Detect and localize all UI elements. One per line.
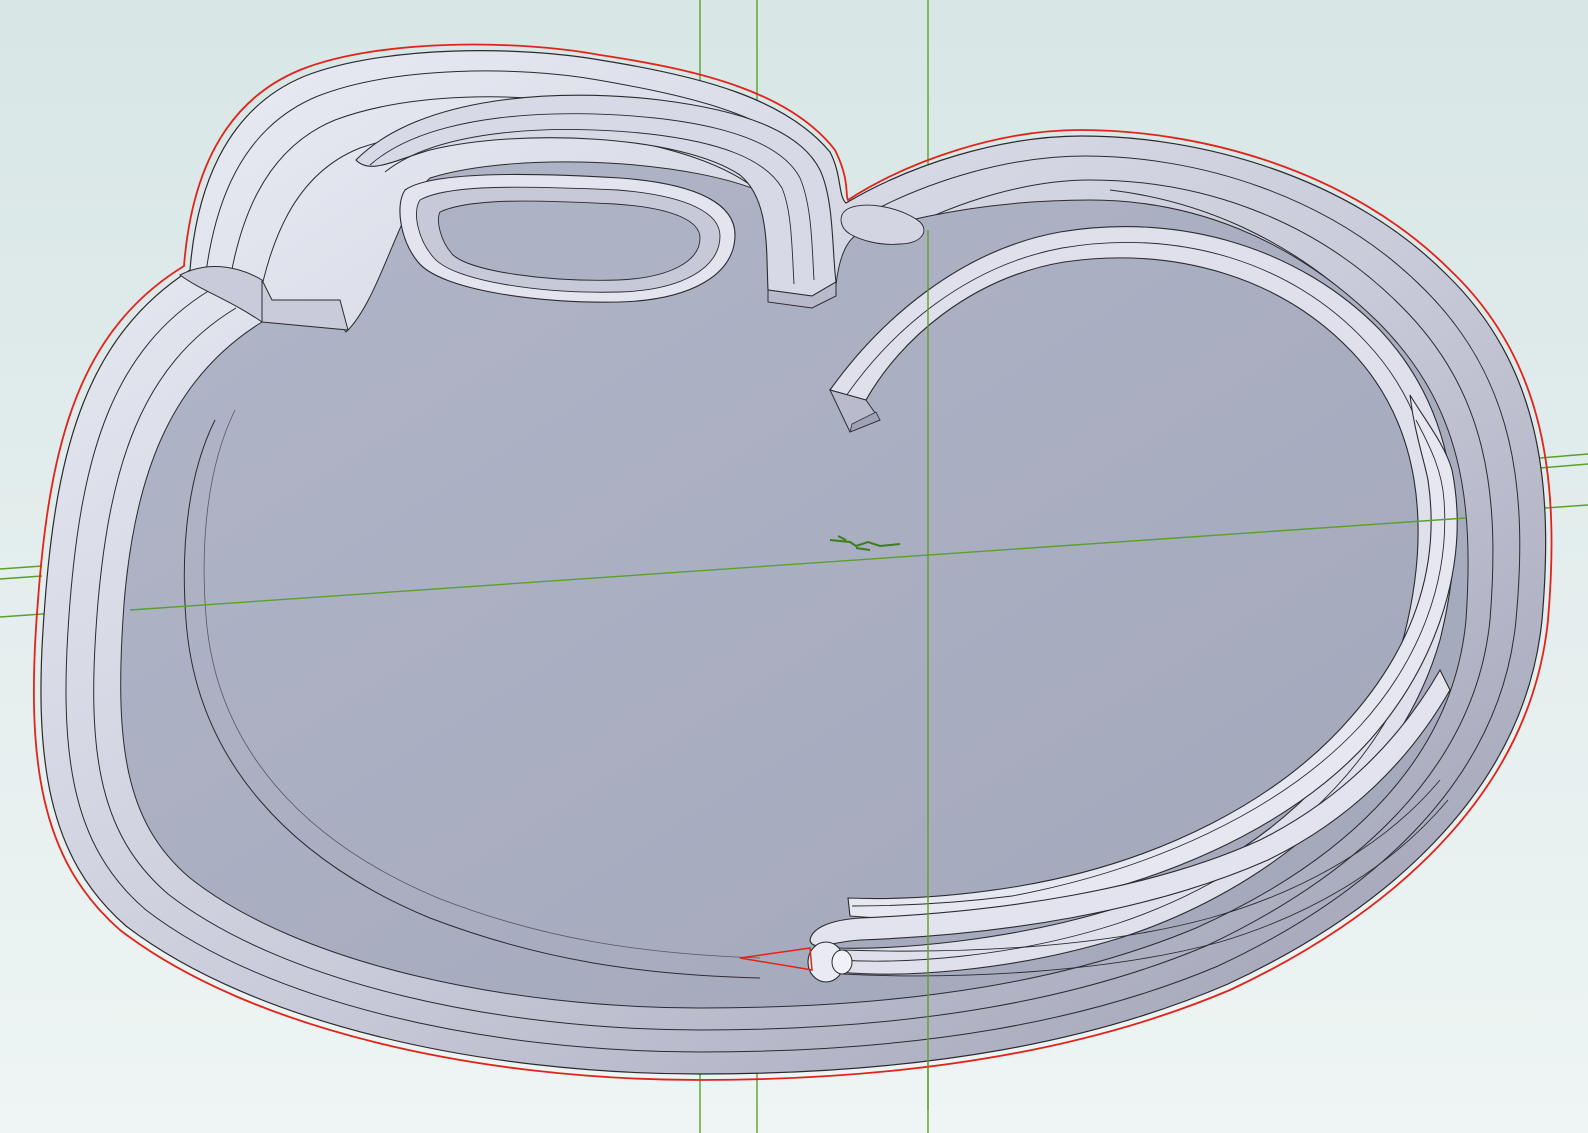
model-canvas[interactable] <box>0 0 1588 1133</box>
cad-3d-viewport[interactable] <box>0 0 1588 1133</box>
